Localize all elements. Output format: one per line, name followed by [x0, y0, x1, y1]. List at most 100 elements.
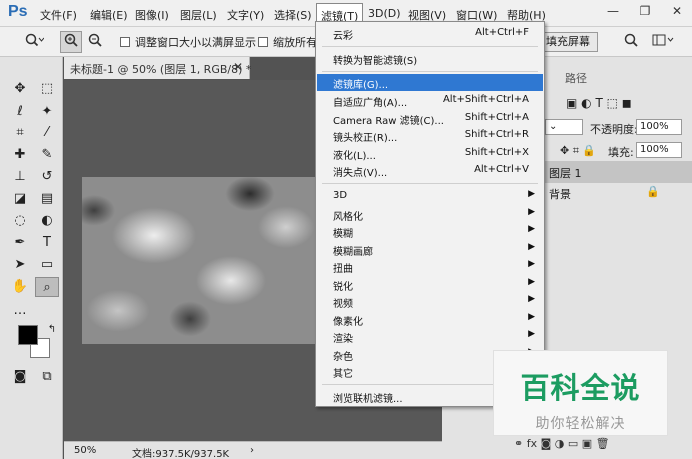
- submenu-arrow-icon: ▶: [528, 329, 535, 339]
- more-tools-icon[interactable]: …: [8, 301, 32, 321]
- restore-icon[interactable]: ❐: [630, 2, 660, 20]
- canvas-image-clouds[interactable]: [82, 177, 322, 344]
- document-tab[interactable]: 未标题-1 @ 50% (图层 1, RGB/8) * ✕: [64, 57, 252, 79]
- menu-file[interactable]: 文件(F): [40, 7, 77, 23]
- menu-item-convert-smart-filters[interactable]: 转换为智能滤镜(S): [317, 50, 543, 67]
- zoom-tool-preset-icon[interactable]: [20, 31, 48, 53]
- menu-item-blur-gallery[interactable]: 模糊画廊 ▶: [317, 241, 543, 258]
- resize-windows-label: 调整窗口大小以满屏显示: [135, 36, 256, 49]
- document-tab-title: 未标题-1 @ 50% (图层 1, RGB/8) *: [70, 63, 252, 76]
- zoom-level[interactable]: 50%: [74, 445, 96, 456]
- swap-colors-icon[interactable]: ↰: [40, 320, 64, 340]
- menu-item-render[interactable]: 渲染 ▶: [317, 328, 543, 345]
- menu-separator: [322, 46, 538, 47]
- blur-tool-icon[interactable]: ◌: [8, 211, 32, 231]
- menu-item-pixelate[interactable]: 像素化 ▶: [317, 311, 543, 328]
- menu-image[interactable]: 图像(I): [135, 7, 169, 23]
- crop-tool-icon[interactable]: ⌗: [8, 123, 32, 143]
- menu-item-distort[interactable]: 扭曲 ▶: [317, 258, 543, 275]
- path-selection-icon[interactable]: ➤: [8, 255, 32, 275]
- zoom-tool-icon[interactable]: ⌕: [35, 277, 59, 297]
- layer-name: 图层 1: [549, 167, 582, 180]
- submenu-arrow-icon: ▶: [528, 259, 535, 269]
- submenu-arrow-icon: ▶: [528, 224, 535, 234]
- layer-panel-footer-icons[interactable]: ⚭ fx ◙ ◑ ▭ ▣ 🗑: [514, 437, 610, 450]
- submenu-arrow-icon: ▶: [528, 312, 535, 322]
- menu-item-adaptive-wide-angle[interactable]: 自适应广角(A)... Alt+Shift+Ctrl+A: [317, 92, 543, 109]
- layer-row[interactable]: 背景 🔒: [545, 182, 692, 204]
- eyedropper-icon[interactable]: ⁄: [35, 123, 59, 143]
- watermark-title: 百科全说: [520, 371, 641, 405]
- blend-mode-select[interactable]: ⌄: [545, 119, 583, 135]
- menu-type[interactable]: 文字(Y): [227, 7, 264, 23]
- menu-separator: [322, 71, 538, 72]
- quick-mask-icon[interactable]: ◙: [8, 367, 32, 387]
- menu-item-camera-raw[interactable]: Camera Raw 滤镜(C)... Shift+Ctrl+A: [317, 110, 543, 127]
- menu-3d[interactable]: 3D(D): [368, 7, 401, 20]
- zoom-in-icon[interactable]: [60, 31, 82, 53]
- zoom-out-icon[interactable]: [84, 31, 106, 53]
- menu-item-sharpen[interactable]: 锐化 ▶: [317, 276, 543, 293]
- menu-select[interactable]: 选择(S): [274, 7, 312, 23]
- fill-screen-button[interactable]: 填充屏幕: [538, 32, 598, 52]
- eraser-tool-icon[interactable]: ◪: [8, 189, 32, 209]
- layer-row[interactable]: 图层 1: [545, 161, 692, 183]
- resize-windows-checkbox[interactable]: 调整窗口大小以满屏显示: [120, 34, 256, 50]
- status-menu-arrow-icon[interactable]: ›: [250, 445, 254, 456]
- submenu-arrow-icon: ▶: [528, 242, 535, 252]
- checkbox-icon: [258, 37, 268, 47]
- menu-separator: [322, 183, 538, 184]
- fill-label: 填充:: [608, 146, 634, 159]
- marquee-tool-icon[interactable]: ⬚: [35, 79, 59, 99]
- status-bar: 50% 文档:937.5K/937.5K ›: [64, 441, 442, 459]
- menu-item-stylize[interactable]: 风格化 ▶: [317, 206, 543, 223]
- document-size: 文档:937.5K/937.5K: [132, 449, 230, 459]
- type-tool-icon[interactable]: T: [35, 233, 59, 253]
- checkbox-icon: [120, 37, 130, 47]
- magic-wand-icon[interactable]: ✦: [35, 102, 59, 122]
- menu-edit[interactable]: 编辑(E): [90, 7, 128, 23]
- rectangle-tool-icon[interactable]: ▭: [35, 255, 59, 275]
- menu-item-filter-gallery[interactable]: 滤镜库(G)...: [317, 74, 543, 91]
- layer-name: 背景: [549, 188, 571, 201]
- close-document-icon[interactable]: ✕: [233, 60, 243, 74]
- search-icon[interactable]: [620, 31, 642, 53]
- move-tool-icon[interactable]: ✥: [8, 79, 32, 99]
- brush-tool-icon[interactable]: ✎: [35, 145, 59, 165]
- menu-item-3d[interactable]: 3D ▶: [317, 188, 543, 205]
- minimize-icon[interactable]: —: [598, 2, 628, 20]
- menu-item-liquify[interactable]: 液化(L)... Shift+Ctrl+X: [317, 145, 543, 162]
- watermark-subtitle: 助你轻松解决: [535, 416, 626, 432]
- tools-panel: ✥ ⬚ ℓ ✦ ⌗ ⁄ ✚ ✎ ⊥ ↺ ◪ ▤ ◌ ◐ ✒ T ➤ ▭ ✋ ⌕ …: [0, 57, 63, 459]
- pen-tool-icon[interactable]: ✒: [8, 233, 32, 253]
- dodge-tool-icon[interactable]: ◐: [35, 211, 59, 231]
- opacity-label: 不透明度:: [590, 123, 638, 136]
- menu-item-clouds[interactable]: 云彩 Alt+Ctrl+F: [317, 25, 543, 42]
- submenu-arrow-icon: ▶: [528, 294, 535, 304]
- workspace-icon[interactable]: [648, 31, 678, 53]
- screen-mode-icon[interactable]: ⧉: [35, 367, 59, 387]
- submenu-arrow-icon: ▶: [528, 207, 535, 217]
- stamp-tool-icon[interactable]: ⊥: [8, 167, 32, 187]
- layer-filter-icons[interactable]: ▣ ◐ T ⬚ ◼: [566, 96, 632, 110]
- watermark-logo: 百科全说 助你轻松解决: [493, 350, 668, 436]
- close-icon[interactable]: ✕: [662, 2, 692, 20]
- history-brush-icon[interactable]: ↺: [35, 167, 59, 187]
- hand-tool-icon[interactable]: ✋: [8, 277, 32, 297]
- submenu-arrow-icon: ▶: [528, 189, 535, 199]
- lasso-tool-icon[interactable]: ℓ: [8, 102, 32, 122]
- lock-icons[interactable]: ✥ ⌗ 🔒: [560, 144, 596, 158]
- healing-brush-icon[interactable]: ✚: [8, 145, 32, 165]
- menu-item-vanishing-point[interactable]: 消失点(V)... Alt+Ctrl+V: [317, 162, 543, 179]
- foreground-color-swatch[interactable]: [18, 325, 38, 345]
- photoshop-logo: Ps: [8, 3, 28, 20]
- menu-item-lens-correction[interactable]: 镜头校正(R)... Shift+Ctrl+R: [317, 127, 543, 144]
- fill-input[interactable]: 100%: [636, 142, 682, 158]
- submenu-arrow-icon: ▶: [528, 277, 535, 287]
- menu-item-blur[interactable]: 模糊 ▶: [317, 223, 543, 240]
- gradient-tool-icon[interactable]: ▤: [35, 189, 59, 209]
- menu-item-video[interactable]: 视频 ▶: [317, 293, 543, 310]
- tab-paths[interactable]: 路径: [565, 70, 587, 86]
- opacity-input[interactable]: 100%: [636, 119, 682, 135]
- menu-layer[interactable]: 图层(L): [180, 7, 217, 23]
